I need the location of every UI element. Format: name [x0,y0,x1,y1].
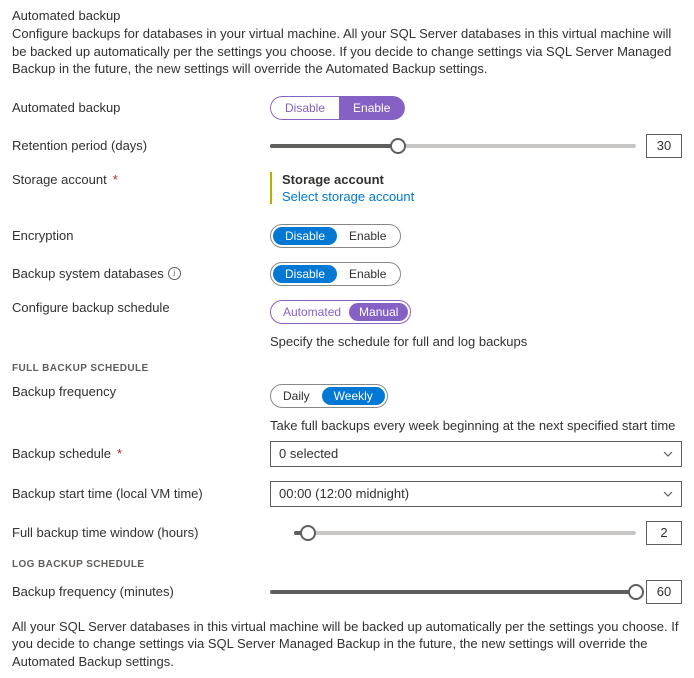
retention-slider-thumb[interactable] [390,138,406,154]
required-indicator: * [113,172,118,187]
full-frequency-toggle[interactable]: Daily Weekly [270,384,388,408]
window-slider-thumb[interactable] [300,525,316,541]
encryption-enable[interactable]: Enable [337,229,398,243]
chevron-down-icon [663,449,673,459]
retention-value[interactable]: 30 [646,134,682,158]
retention-label: Retention period (days) [12,138,270,153]
full-frequency-label: Backup frequency [12,384,270,399]
encryption-toggle[interactable]: Disable Enable [270,224,401,248]
start-time-label: Backup start time (local VM time) [12,486,270,501]
storage-account-label: Storage account* [12,172,270,187]
log-slider-thumb[interactable] [628,584,644,600]
full-frequency-weekly[interactable]: Weekly [322,387,385,405]
window-slider[interactable] [294,531,636,535]
automated-backup-disable[interactable]: Disable [270,96,339,120]
full-schedule-header: FULL BACKUP SCHEDULE [12,363,682,374]
chevron-down-icon [663,489,673,499]
automated-backup-label: Automated backup [12,100,270,115]
log-frequency-value[interactable]: 60 [646,580,682,604]
encryption-label: Encryption [12,228,270,243]
sysdb-enable[interactable]: Enable [337,267,398,281]
backup-schedule-dropdown[interactable]: 0 selected [270,441,682,467]
backup-schedule-value: 0 selected [279,446,338,461]
log-frequency-label: Backup frequency (minutes) [12,584,270,599]
start-time-value: 00:00 (12:00 midnight) [279,486,409,501]
retention-slider[interactable] [270,144,636,148]
sysdb-toggle[interactable]: Disable Enable [270,262,401,286]
storage-block-title: Storage account [282,172,414,187]
window-label: Full backup time window (hours) [12,525,270,540]
start-time-dropdown[interactable]: 00:00 (12:00 midnight) [270,481,682,507]
section-description: Configure backups for databases in your … [12,25,682,78]
select-storage-link[interactable]: Select storage account [282,189,414,204]
schedule-label: Configure backup schedule [12,300,270,315]
full-frequency-helper: Take full backups every week beginning a… [270,418,675,433]
schedule-automated[interactable]: Automated [283,305,349,319]
section-title: Automated backup [12,8,682,23]
automated-backup-toggle[interactable]: Disable Enable [270,96,405,120]
automated-backup-enable[interactable]: Enable [339,96,405,120]
sysdb-disable[interactable]: Disable [273,265,337,283]
schedule-toggle[interactable]: Automated Manual [270,300,411,324]
log-schedule-header: LOG BACKUP SCHEDULE [12,559,682,570]
log-slider[interactable] [270,590,636,594]
sysdb-label: Backup system databases i [12,266,270,281]
encryption-disable[interactable]: Disable [273,227,337,245]
info-icon[interactable]: i [168,267,181,280]
required-indicator: * [117,446,122,461]
footer-text: All your SQL Server databases in this vi… [12,618,682,671]
backup-schedule-label: Backup schedule* [12,446,270,461]
schedule-helper: Specify the schedule for full and log ba… [270,334,527,349]
schedule-manual[interactable]: Manual [349,303,408,321]
window-value[interactable]: 2 [646,521,682,545]
full-frequency-daily[interactable]: Daily [271,389,322,403]
